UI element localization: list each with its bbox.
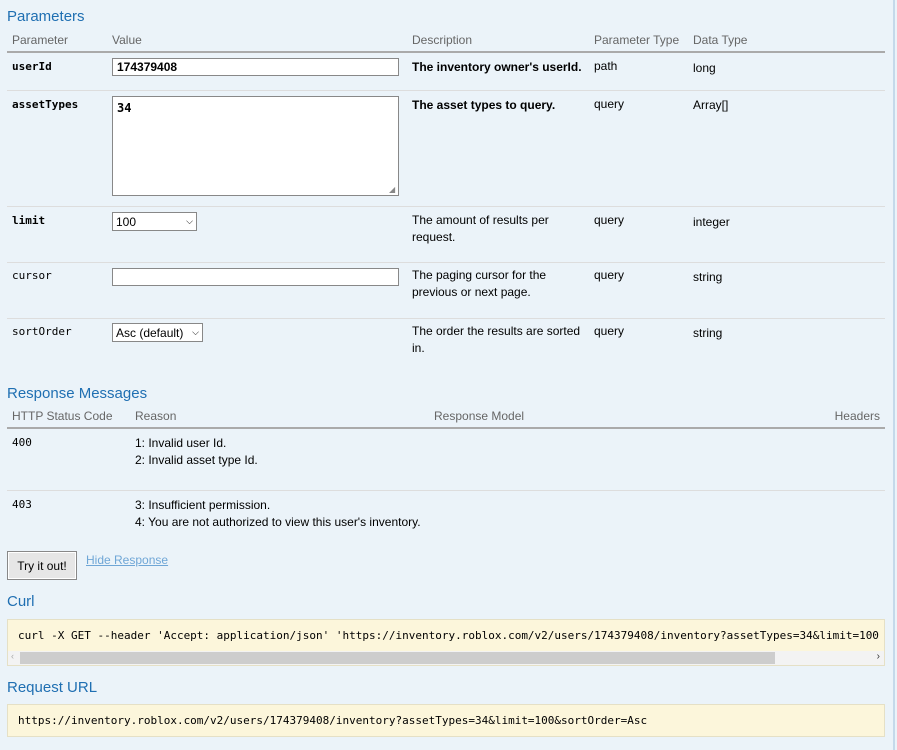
request-url-box: https://inventory.roblox.com/v2/users/17…: [7, 704, 885, 737]
divider: [7, 206, 885, 207]
reason-line: 1: Invalid user Id.: [135, 436, 227, 450]
data-type: Array[]: [693, 98, 729, 112]
userid-input[interactable]: 174379408: [112, 58, 399, 76]
cursor-input[interactable]: [112, 268, 399, 286]
assettypes-textarea[interactable]: 34: [112, 96, 399, 196]
try-it-out-button[interactable]: Try it out!: [7, 551, 77, 580]
param-description: The paging cursor for the previous or ne…: [412, 268, 547, 299]
col-value: Value: [112, 33, 142, 47]
reason-line: 3: Insufficient permission.: [135, 498, 271, 512]
curl-box: curl -X GET --header 'Accept: applicatio…: [7, 619, 885, 666]
sortorder-select[interactable]: Asc (default) ⌵: [112, 323, 203, 342]
chevron-down-icon: ⌵: [186, 216, 193, 226]
divider: [7, 318, 885, 319]
divider: [7, 262, 885, 263]
divider: [7, 490, 885, 491]
param-type: query: [594, 97, 625, 111]
param-description: The inventory owner's userId.: [412, 60, 582, 74]
parameters-heading: Parameters: [7, 8, 85, 25]
divider: [7, 51, 885, 53]
reason-line: 2: Invalid asset type Id.: [135, 453, 258, 467]
param-type: query: [594, 324, 625, 338]
status-code: 403: [12, 498, 32, 511]
data-type: string: [693, 270, 723, 284]
request-url-heading: Request URL: [7, 679, 98, 696]
request-url: https://inventory.roblox.com/v2/users/17…: [18, 714, 648, 727]
col-description: Description: [412, 33, 473, 47]
hide-response-link[interactable]: Hide Response: [86, 553, 168, 567]
response-messages-heading: Response Messages: [7, 385, 148, 402]
sortorder-select-value: Asc (default): [116, 325, 184, 340]
panel-border: [893, 0, 895, 750]
col-response-model: Response Model: [434, 409, 525, 423]
col-status-code: HTTP Status Code: [12, 409, 113, 423]
param-description: The order the results are sorted in.: [412, 324, 581, 355]
reason-line: 4: You are not authorized to view this u…: [135, 515, 421, 529]
scroll-left-icon[interactable]: ‹: [11, 651, 14, 661]
reason: 1: Invalid user Id. 2: Invalid asset type…: [135, 435, 258, 469]
param-description: The amount of results per request.: [412, 213, 549, 244]
curl-command: curl -X GET --header 'Accept: applicatio…: [18, 629, 879, 642]
divider: [7, 427, 885, 429]
limit-select-value: 100: [116, 214, 137, 229]
col-data-type: Data Type: [693, 33, 748, 47]
param-type: path: [594, 59, 618, 73]
col-parameter-type: Parameter Type: [594, 33, 680, 47]
chevron-down-icon: ⌵: [192, 327, 199, 337]
param-description: The asset types to query.: [412, 98, 556, 112]
col-reason: Reason: [135, 409, 177, 423]
param-type: query: [594, 213, 625, 227]
col-parameter: Parameter: [12, 33, 69, 47]
param-name: cursor: [12, 269, 52, 282]
data-type: integer: [693, 215, 730, 229]
reason: 3: Insufficient permission. 4: You are no…: [135, 497, 421, 531]
param-name: userId: [12, 60, 52, 73]
scrollbar-thumb[interactable]: [20, 652, 775, 664]
col-headers: Headers: [834, 409, 880, 423]
param-name: assetTypes: [12, 98, 79, 111]
param-name: sortOrder: [12, 325, 72, 338]
limit-select[interactable]: 100 ⌵: [112, 212, 197, 231]
status-code: 400: [12, 436, 32, 449]
divider: [7, 90, 885, 91]
param-name: limit: [12, 214, 46, 227]
horizontal-scrollbar[interactable]: ‹ ›: [8, 651, 884, 665]
data-type: long: [693, 61, 716, 75]
resize-handle-icon[interactable]: ◢: [389, 185, 395, 194]
scroll-right-icon[interactable]: ›: [877, 651, 880, 662]
curl-heading: Curl: [7, 593, 35, 610]
param-type: query: [594, 268, 625, 282]
data-type: string: [693, 326, 723, 340]
